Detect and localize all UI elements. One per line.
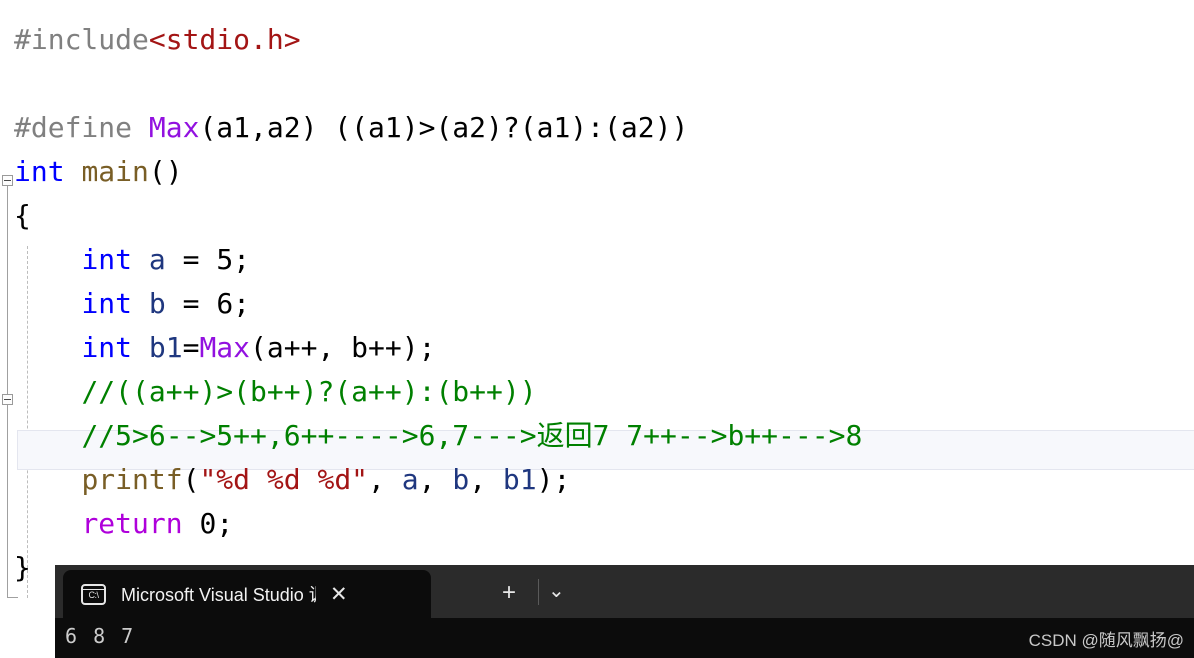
close-icon[interactable]: ✕: [330, 584, 348, 605]
line-main-token-0: int: [14, 155, 82, 188]
new-tab-icon[interactable]: +: [502, 581, 516, 605]
line-int-b-token-6: ;: [233, 287, 251, 320]
line-printf-token-8: ,: [469, 463, 503, 496]
line-int-b-token-1: int: [81, 287, 133, 320]
line-int-b1-token-0: [14, 331, 81, 364]
line-printf-token-4: ,: [368, 463, 402, 496]
terminal-tab-title: Microsoft Visual Studio 调试控制台: [121, 585, 316, 605]
line-int-b-token-0: [14, 287, 81, 320]
line-int-b1-token-6: (a++, b++);: [250, 331, 436, 364]
line-int-b-token-3: b: [148, 287, 166, 320]
code-editor[interactable]: #include<stdio.h> #define Max(a1,a2) ((a…: [0, 0, 1194, 658]
integrated-terminal-panel[interactable]: C:\ Microsoft Visual Studio 调试控制台 ✕ + ⌄ …: [55, 565, 1194, 658]
terminal-tab-visual-studio-debug-console[interactable]: C:\ Microsoft Visual Studio 调试控制台 ✕: [63, 570, 431, 618]
line-comment-1[interactable]: //((a++)>(b++)?(a++):(b++)): [14, 370, 1194, 414]
line-comment-2-token-0: [14, 419, 81, 452]
command-prompt-icon-label: C:\: [88, 589, 99, 600]
line-return-token-3: 0: [199, 507, 217, 540]
outlining-rail-foot: [7, 597, 18, 598]
line-define-token-0: #define: [14, 111, 149, 144]
line-close-brace-token-0: }: [14, 551, 31, 584]
line-blank-1[interactable]: [14, 62, 1194, 106]
line-return[interactable]: return 0;: [14, 502, 1194, 546]
line-int-b1-token-4: =: [182, 331, 200, 364]
line-int-b1-token-2: [132, 331, 149, 364]
line-int-a-token-1: int: [81, 243, 133, 276]
outlining-rail: [7, 182, 8, 598]
line-define-token-1: Max: [148, 111, 200, 144]
command-prompt-icon: C:\: [81, 583, 106, 605]
line-return-token-4: ;: [216, 507, 234, 540]
line-int-a-token-4: =: [165, 243, 217, 276]
line-int-a-token-6: ;: [233, 243, 251, 276]
line-printf-token-7: b: [452, 463, 470, 496]
line-define-token-2: (a1,a2) ((a1)>(a2)?(a1):(a2)): [199, 111, 689, 144]
line-return-token-1: return: [81, 507, 183, 540]
line-printf-token-3: "%d %d %d": [199, 463, 369, 496]
line-printf-token-1: printf: [81, 463, 183, 496]
line-comment-2[interactable]: //5>6-->5++,6++---->6,7--->返回7 7++-->b++…: [14, 414, 1194, 458]
line-int-b[interactable]: int b = 6;: [14, 282, 1194, 326]
line-printf-token-2: (: [182, 463, 200, 496]
tabstrip-divider: [538, 579, 539, 605]
line-blank-1-token-0: [14, 67, 31, 100]
line-int-a-token-5: 5: [216, 243, 234, 276]
line-int-b1-token-1: int: [81, 331, 133, 364]
line-printf[interactable]: printf("%d %d %d", a, b, b1);: [14, 458, 1194, 502]
line-int-b1[interactable]: int b1=Max(a++, b++);: [14, 326, 1194, 370]
watermark: CSDN @随风飘扬@: [1028, 631, 1184, 650]
line-define[interactable]: #define Max(a1,a2) ((a1)>(a2)?(a1):(a2)): [14, 106, 1194, 150]
line-int-b-token-4: =: [165, 287, 217, 320]
chevron-down-icon[interactable]: ⌄: [548, 581, 565, 601]
line-int-a-token-2: [132, 243, 149, 276]
line-include-token-0: #include: [14, 23, 149, 56]
line-int-a[interactable]: int a = 5;: [14, 238, 1194, 282]
line-return-token-2: [183, 507, 200, 540]
fold-collapse-icon-comment[interactable]: [2, 394, 13, 405]
line-main-token-1: main: [81, 155, 149, 188]
line-comment-1-token-1: //((a++)>(b++)?(a++):(b++)): [81, 375, 537, 408]
line-int-b1-token-3: b1: [148, 331, 183, 364]
line-printf-token-9: b1: [502, 463, 537, 496]
line-comment-1-token-0: [14, 375, 81, 408]
line-main-token-2: (): [148, 155, 183, 188]
line-int-a-token-3: a: [148, 243, 166, 276]
line-int-a-token-0: [14, 243, 81, 276]
line-printf-token-0: [14, 463, 81, 496]
terminal-output-text: 6 8 7: [65, 624, 136, 648]
code-lines[interactable]: #include<stdio.h> #define Max(a1,a2) ((a…: [14, 18, 1194, 590]
line-open-brace[interactable]: {: [14, 194, 1194, 238]
line-include-token-1: <stdio.h>: [148, 23, 301, 56]
line-main[interactable]: int main(): [14, 150, 1194, 194]
fold-collapse-icon-main[interactable]: [2, 175, 13, 186]
line-printf-token-6: ,: [418, 463, 453, 496]
line-return-token-0: [14, 507, 81, 540]
line-printf-token-10: );: [536, 463, 571, 496]
terminal-tabstrip[interactable]: C:\ Microsoft Visual Studio 调试控制台 ✕ + ⌄: [55, 565, 1194, 618]
line-include[interactable]: #include<stdio.h>: [14, 18, 1194, 62]
line-int-b1-token-5: Max: [199, 331, 251, 364]
terminal-output-area[interactable]: 6 8 7 CSDN @随风飘扬@: [55, 618, 1194, 658]
line-printf-token-5: a: [401, 463, 419, 496]
line-open-brace-token-0: {: [14, 199, 31, 232]
line-int-b-token-5: 6: [216, 287, 234, 320]
line-comment-2-token-1: //5>6-->5++,6++---->6,7--->返回7 7++-->b++…: [81, 419, 863, 452]
line-int-b-token-2: [132, 287, 149, 320]
